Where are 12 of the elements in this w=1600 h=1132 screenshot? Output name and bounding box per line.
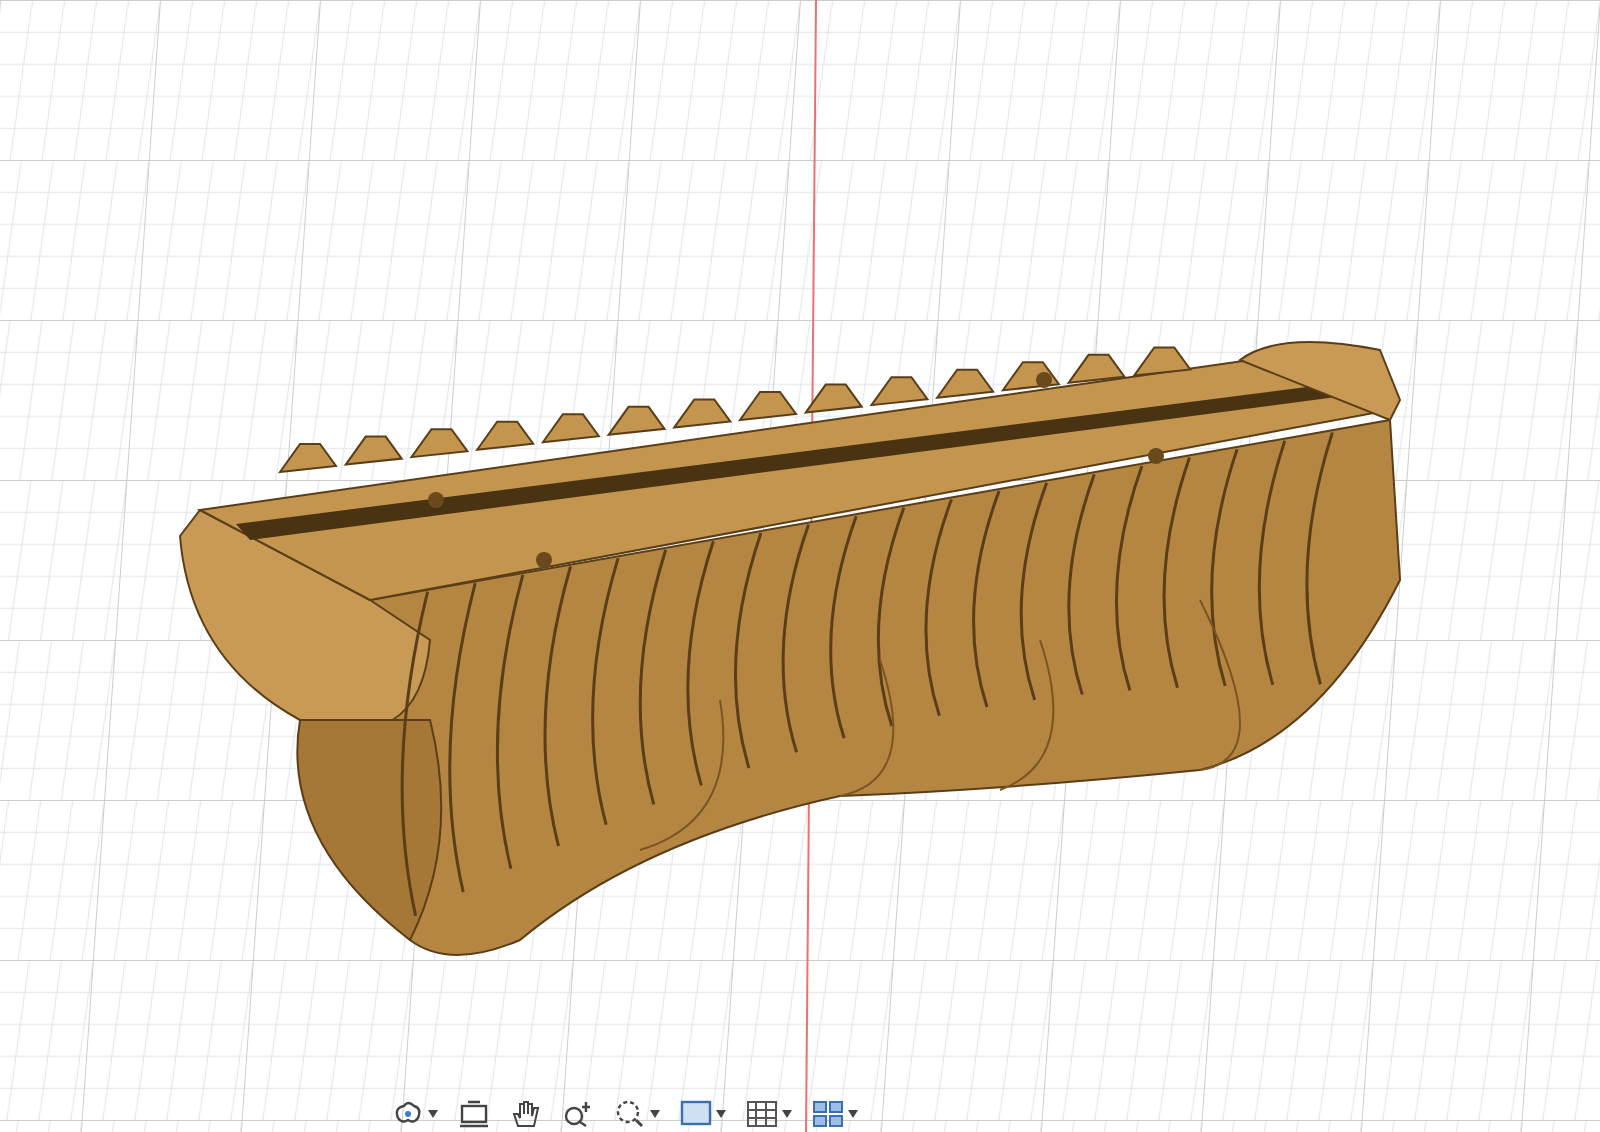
layout-icon xyxy=(812,1100,844,1128)
display-icon xyxy=(680,1100,712,1128)
magnifier-icon xyxy=(614,1100,646,1128)
hand-icon xyxy=(510,1100,542,1128)
grid-icon xyxy=(746,1100,778,1128)
view-tool-button[interactable] xyxy=(454,1098,494,1130)
view-tool-button[interactable] xyxy=(676,1098,730,1130)
view-tool-button[interactable] xyxy=(808,1098,862,1130)
zoom-icon xyxy=(562,1100,594,1128)
view-tool-button[interactable] xyxy=(742,1098,796,1130)
monitor-icon xyxy=(458,1100,490,1128)
orbit-icon xyxy=(392,1100,424,1128)
